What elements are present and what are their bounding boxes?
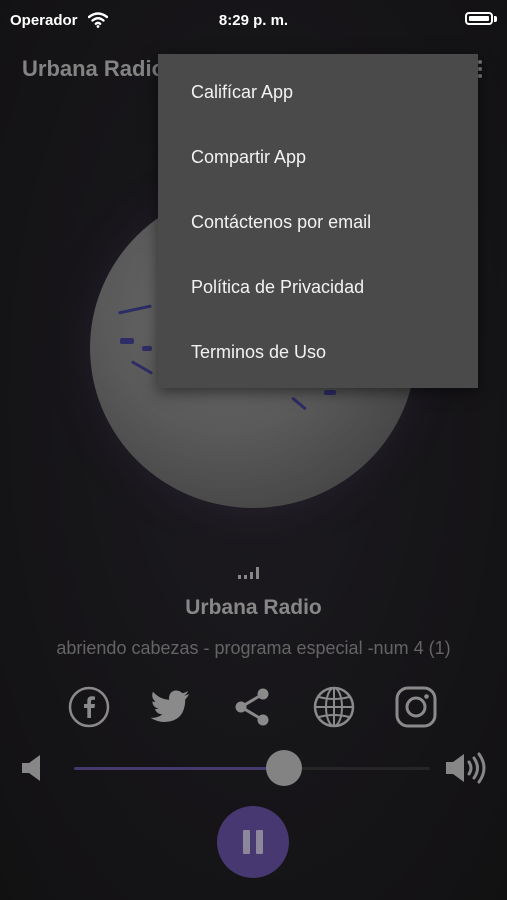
menu-item-terms-of-use[interactable]: Terminos de Uso [191, 342, 326, 363]
clock: 8:29 p. m. [218, 12, 289, 29]
menu-item-privacy-policy[interactable]: Política de Privacidad [191, 277, 364, 298]
battery-tip [494, 16, 497, 22]
menu-item-rate-app[interactable]: Califícar App [191, 82, 293, 103]
status-bar: Operador 8:29 p. m. [0, 0, 507, 40]
menu-item-share-app[interactable]: Compartir App [191, 147, 306, 168]
overflow-menu: Califícar App Compartir App Contáctenos … [158, 54, 478, 388]
battery-icon [465, 12, 493, 25]
menu-item-contact-email[interactable]: Contáctenos por email [191, 212, 371, 233]
app-screen: Operador 8:29 p. m. Urbana Radio Urbana … [0, 0, 507, 900]
